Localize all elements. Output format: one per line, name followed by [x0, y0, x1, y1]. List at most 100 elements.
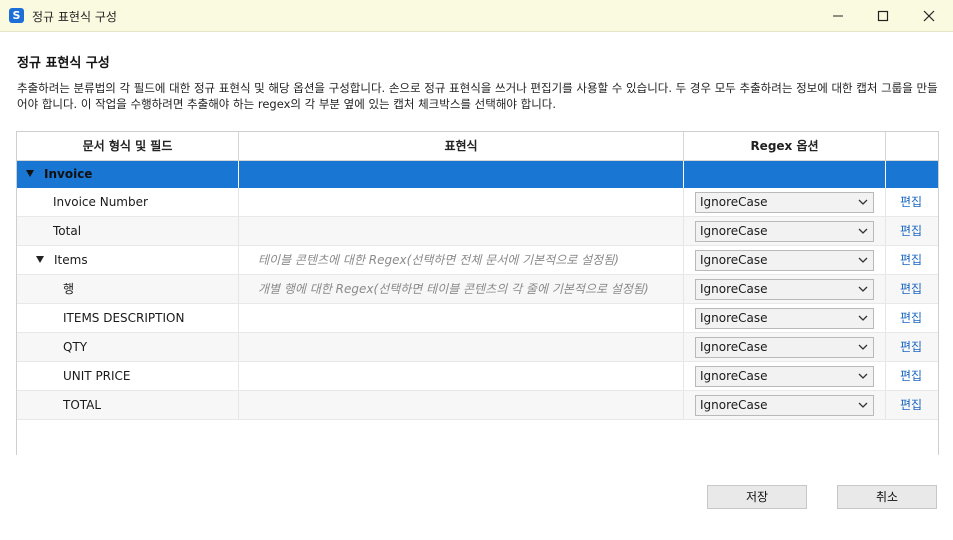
regex-option-value: IgnoreCase — [700, 311, 768, 325]
header-expression[interactable]: 표현식 — [239, 132, 684, 160]
table-row[interactable]: UNIT PRICE IgnoreCase 편집 — [17, 362, 938, 391]
edit-link[interactable]: 편집 — [900, 275, 922, 304]
chevron-down-icon — [858, 344, 868, 350]
edit-cell: 편집 — [886, 246, 938, 274]
options-cell: IgnoreCase — [684, 391, 886, 419]
field-name: QTY — [17, 333, 239, 361]
regex-option-select[interactable]: IgnoreCase — [695, 221, 874, 242]
expression-cell[interactable] — [239, 391, 684, 419]
close-button[interactable] — [906, 0, 952, 31]
table-row[interactable]: Total IgnoreCase 편집 — [17, 217, 938, 246]
regex-option-value: IgnoreCase — [700, 398, 768, 412]
expression-cell[interactable] — [239, 217, 684, 245]
table-row-items[interactable]: Items 테이블 콘텐츠에 대한 Regex(선택하면 전체 문서에 기본적으… — [17, 246, 938, 275]
group-label-cell: Invoice — [17, 161, 239, 188]
regex-option-select[interactable]: IgnoreCase — [695, 337, 874, 358]
edit-link[interactable]: 편집 — [900, 362, 922, 391]
field-name-cell: Items — [17, 246, 239, 274]
chevron-down-icon — [858, 402, 868, 408]
grid-header: 문서 형식 및 필드 표현식 Regex 옵션 — [17, 132, 938, 161]
edit-cell: 편집 — [886, 391, 938, 419]
cancel-button[interactable]: 취소 — [837, 485, 937, 509]
edit-cell: 편집 — [886, 275, 938, 303]
edit-cell: 편집 — [886, 217, 938, 245]
regex-option-value: IgnoreCase — [700, 253, 768, 267]
header-edit — [886, 132, 938, 160]
expression-cell[interactable]: 개별 행에 대한 Regex(선택하면 테이블 콘텐츠의 각 줄에 기본적으로 … — [239, 275, 684, 303]
regex-option-select[interactable]: IgnoreCase — [695, 250, 874, 271]
chevron-down-icon — [858, 315, 868, 321]
regex-grid: 문서 형식 및 필드 표현식 Regex 옵션 Invoice Invoice … — [16, 131, 939, 455]
regex-option-select[interactable]: IgnoreCase — [695, 279, 874, 300]
edit-link[interactable]: 편집 — [900, 391, 922, 420]
edit-link[interactable]: 편집 — [900, 217, 922, 246]
minimize-icon — [833, 15, 843, 16]
header-options[interactable]: Regex 옵션 — [684, 132, 886, 160]
expression-cell[interactable] — [239, 304, 684, 332]
expression-cell[interactable] — [239, 333, 684, 361]
group-edit-cell — [886, 161, 938, 188]
regex-option-select[interactable]: IgnoreCase — [695, 366, 874, 387]
table-row[interactable]: Invoice Number IgnoreCase 편집 — [17, 188, 938, 217]
options-cell: IgnoreCase — [684, 275, 886, 303]
field-name: 행 — [17, 275, 239, 303]
table-row[interactable]: QTY IgnoreCase 편집 — [17, 333, 938, 362]
minimize-button[interactable] — [815, 0, 861, 31]
field-name: Items — [54, 253, 88, 267]
group-expression-cell — [239, 161, 684, 188]
chevron-down-icon — [858, 228, 868, 234]
page-description: 추출하려는 분류법의 각 필드에 대한 정규 표현식 및 해당 옵션을 구성합니… — [17, 81, 938, 111]
title-bar: S 정규 표현식 구성 — [0, 0, 953, 32]
chevron-down-icon — [858, 199, 868, 205]
expand-triangle-icon[interactable] — [36, 256, 44, 263]
options-cell: IgnoreCase — [684, 217, 886, 245]
table-row[interactable]: ITEMS DESCRIPTION IgnoreCase 편집 — [17, 304, 938, 333]
edit-link[interactable]: 편집 — [900, 333, 922, 362]
app-icon: S — [9, 8, 24, 23]
expand-triangle-icon[interactable] — [26, 170, 34, 177]
window-title: 정규 표현식 구성 — [32, 10, 117, 24]
edit-cell: 편집 — [886, 304, 938, 332]
header-fields[interactable]: 문서 형식 및 필드 — [17, 132, 239, 160]
field-name: Invoice Number — [17, 188, 239, 216]
chevron-down-icon — [858, 286, 868, 292]
options-cell: IgnoreCase — [684, 188, 886, 216]
edit-cell: 편집 — [886, 333, 938, 361]
page-heading: 정규 표현식 구성 — [17, 56, 110, 71]
options-cell: IgnoreCase — [684, 362, 886, 390]
expression-cell[interactable] — [239, 362, 684, 390]
regex-option-value: IgnoreCase — [700, 282, 768, 296]
regex-option-value: IgnoreCase — [700, 195, 768, 209]
group-label: Invoice — [44, 167, 93, 181]
maximize-icon — [877, 10, 889, 21]
table-row[interactable]: 행 개별 행에 대한 Regex(선택하면 테이블 콘텐츠의 각 줄에 기본적으… — [17, 275, 938, 304]
save-button[interactable]: 저장 — [707, 485, 807, 509]
field-name: ITEMS DESCRIPTION — [17, 304, 239, 332]
regex-option-value: IgnoreCase — [700, 369, 768, 383]
options-cell: IgnoreCase — [684, 246, 886, 274]
options-cell: IgnoreCase — [684, 304, 886, 332]
edit-link[interactable]: 편집 — [900, 188, 922, 217]
edit-cell: 편집 — [886, 188, 938, 216]
edit-link[interactable]: 편집 — [900, 246, 922, 275]
field-name: Total — [17, 217, 239, 245]
group-options-cell — [684, 161, 886, 188]
regex-option-select[interactable]: IgnoreCase — [695, 308, 874, 329]
maximize-button[interactable] — [860, 0, 906, 31]
edit-link[interactable]: 편집 — [900, 304, 922, 333]
close-icon — [923, 10, 935, 21]
table-row[interactable]: TOTAL IgnoreCase 편집 — [17, 391, 938, 420]
chevron-down-icon — [858, 373, 868, 379]
group-row-invoice[interactable]: Invoice — [17, 161, 938, 188]
regex-option-select[interactable]: IgnoreCase — [695, 192, 874, 213]
expression-cell[interactable]: 테이블 콘텐츠에 대한 Regex(선택하면 전체 문서에 기본적으로 설정됨) — [239, 246, 684, 274]
options-cell: IgnoreCase — [684, 333, 886, 361]
chevron-down-icon — [858, 257, 868, 263]
regex-option-value: IgnoreCase — [700, 224, 768, 238]
edit-cell: 편집 — [886, 362, 938, 390]
field-name: TOTAL — [17, 391, 239, 419]
regex-option-select[interactable]: IgnoreCase — [695, 395, 874, 416]
regex-option-value: IgnoreCase — [700, 340, 768, 354]
field-name: UNIT PRICE — [17, 362, 239, 390]
expression-cell[interactable] — [239, 188, 684, 216]
